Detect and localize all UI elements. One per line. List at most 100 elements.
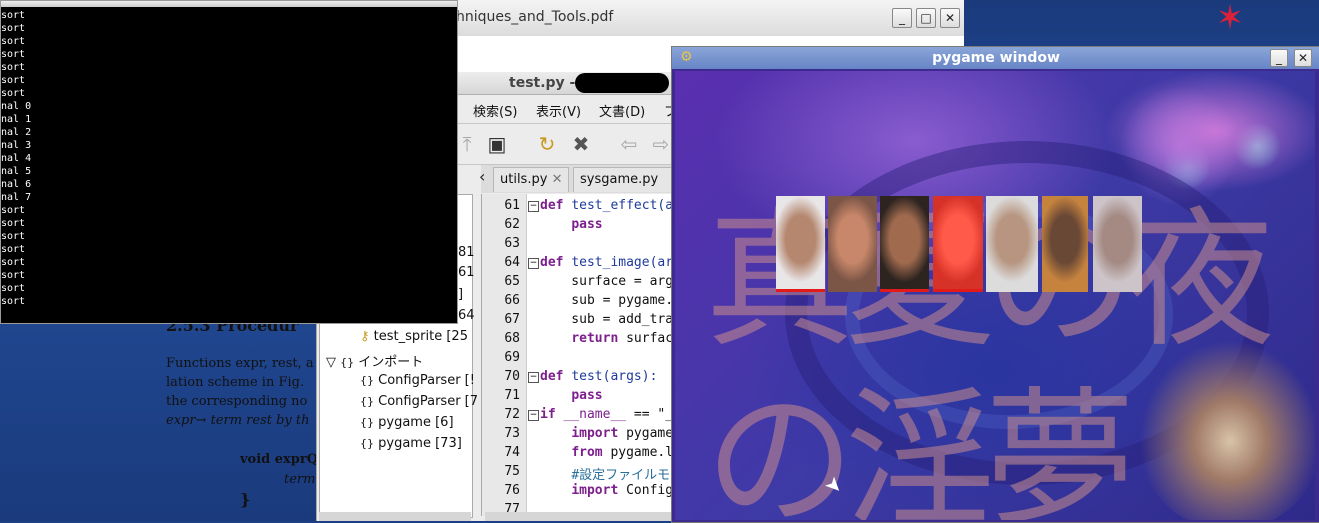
line-number: 68 [504,331,520,346]
braces-icon: {} [340,356,355,369]
face-sprite [1093,196,1142,292]
tree-item[interactable]: {} ConfigParser [! [360,373,475,388]
menu-document[interactable]: 文書(D) [599,101,645,120]
face-sprite [933,196,983,292]
pdf-code-line: term [284,472,316,487]
fold-icon[interactable]: − [528,372,539,383]
face-sprite [880,196,929,292]
tree-fragment: 61 [458,265,475,280]
menu-view[interactable]: 表示(V) [536,101,581,120]
pdf-paragraph-line: expr→ term rest by th [166,413,310,428]
terminal-line: nal 0 [1,101,32,112]
terminal-line: nal 6 [1,179,32,190]
braces-icon: {} [360,416,374,429]
code-hscrollbar[interactable] [485,512,677,521]
line-number: 71 [504,388,520,403]
tree-item-label: pygame [6] [378,415,454,430]
code-line: pass [571,217,603,232]
health-bar [880,289,929,292]
fold-icon[interactable]: − [528,410,539,421]
collapse-icon[interactable]: ▽ [326,355,336,370]
pygame-canvas[interactable]: 真夏の夜の淫夢 ➤ [675,71,1315,520]
star-icon: ✶ [1215,0,1245,38]
forward-icon[interactable]: ⇨ [649,132,673,156]
code-line: #設定ファイルモジ [571,468,684,483]
terminal-line: sort [1,49,26,60]
tab-close-icon[interactable]: ✕ [552,172,563,187]
code-line: import pygame [571,426,674,441]
editor-tabbar: ‹ utils.py ✕ sysgame.py ✕ [479,165,677,211]
line-number: 76 [504,483,520,498]
code-line: def test_effect(a [540,198,674,213]
braces-icon: {} [360,437,374,450]
line-number: 61 [504,198,520,213]
line-number: 72 [504,407,520,422]
line-number: 67 [504,312,520,327]
pdf-title: hniques_and_Tools.pdf [456,9,614,25]
tree-fragment: 64 [458,308,475,323]
tree-group[interactable]: ▽ {} インポート [326,351,423,370]
fold-icon[interactable]: − [528,201,539,212]
close-button[interactable]: ✕ [940,8,960,28]
face-sprite [986,196,1038,292]
line-number: 66 [504,293,520,308]
terminal-line: sort [1,296,26,307]
terminal-line: sort [1,231,26,242]
minimize-button[interactable]: _ [1270,49,1288,67]
pdf-paragraph-line: the corresponding no [166,394,308,409]
code-editor[interactable]: 61 62 63 64 65 66 67 68 69 70 71 72 73 7… [481,194,683,517]
tree-fragment: 81 [458,245,475,260]
terminal-titlebar[interactable] [1,1,457,7]
code-line: pass [571,388,603,403]
tab-scroll-left-icon[interactable]: ‹ [479,167,485,186]
minimize-button[interactable]: _ [892,8,912,28]
maximize-button[interactable]: □ [916,8,936,28]
pdf-paragraph-line: lation scheme in Fig. [166,375,305,390]
code-line: return surface [571,331,681,346]
terminal-window[interactable]: sort sort sort sort sort sort sort nal 0… [0,0,458,324]
pygame-title: pygame window [932,50,1060,66]
tab-sysgame[interactable]: sysgame.py ✕ [573,167,677,211]
tree-group-label: インポート [358,355,424,370]
tree-item[interactable]: {} pygame [6] [360,415,454,430]
pygame-titlebar[interactable]: ⚙ pygame window _ ✕ [672,47,1319,69]
tree-item[interactable]: {} pygame [73] [360,436,462,451]
line-number: 64 [504,255,520,270]
line-number: 65 [504,274,520,289]
code-line: surface = args [540,274,681,289]
pdf-code-line: void exprQ [240,452,319,467]
code-line: def test(args): [540,369,658,384]
face-sprite [776,196,825,292]
tree-item[interactable]: ⚷ test_sprite [25 [360,329,468,344]
menu-search[interactable]: 検索(S) [473,101,517,120]
close-button[interactable]: ✕ [1294,49,1312,67]
tree-item-label: pygame [73] [378,436,462,451]
fold-icon[interactable]: − [528,258,539,269]
terminal-line: sort [1,205,26,216]
tree-item-label: test_sprite [25 [373,329,468,344]
face-sprite [1042,196,1088,292]
health-bar [776,289,825,292]
revert-icon[interactable]: ↻ [535,132,559,156]
code-line: def test_image(ar [540,255,674,270]
terminal-line: nal 2 [1,127,32,138]
upload-icon[interactable]: ⤒ [455,132,479,156]
line-number: 69 [504,350,520,365]
sidebar-hscrollbar[interactable] [319,512,471,521]
terminal-line: sort [1,75,26,86]
code-line: from pygame.lo [571,445,681,460]
code-line: sub = add_tran [540,312,681,327]
pdf-code-line: } [240,490,251,509]
pygame-window: ⚙ pygame window _ ✕ 真夏の夜の淫夢 ➤ [671,46,1319,523]
code-line: if __name__ == "_ [540,407,674,422]
terminal-line: sort [1,244,26,255]
tree-item-label: ConfigParser [! [378,373,475,388]
tab-label: utils.py [500,172,548,187]
code-line: import Config [571,483,674,498]
tab-utils[interactable]: utils.py ✕ [493,167,570,192]
save-all-icon[interactable]: ▣ [485,132,509,156]
tree-item[interactable]: {} ConfigParser [7 [360,394,478,409]
close-file-icon[interactable]: ✖ [569,132,593,156]
back-icon[interactable]: ⇦ [617,132,641,156]
line-number: 63 [504,236,520,251]
